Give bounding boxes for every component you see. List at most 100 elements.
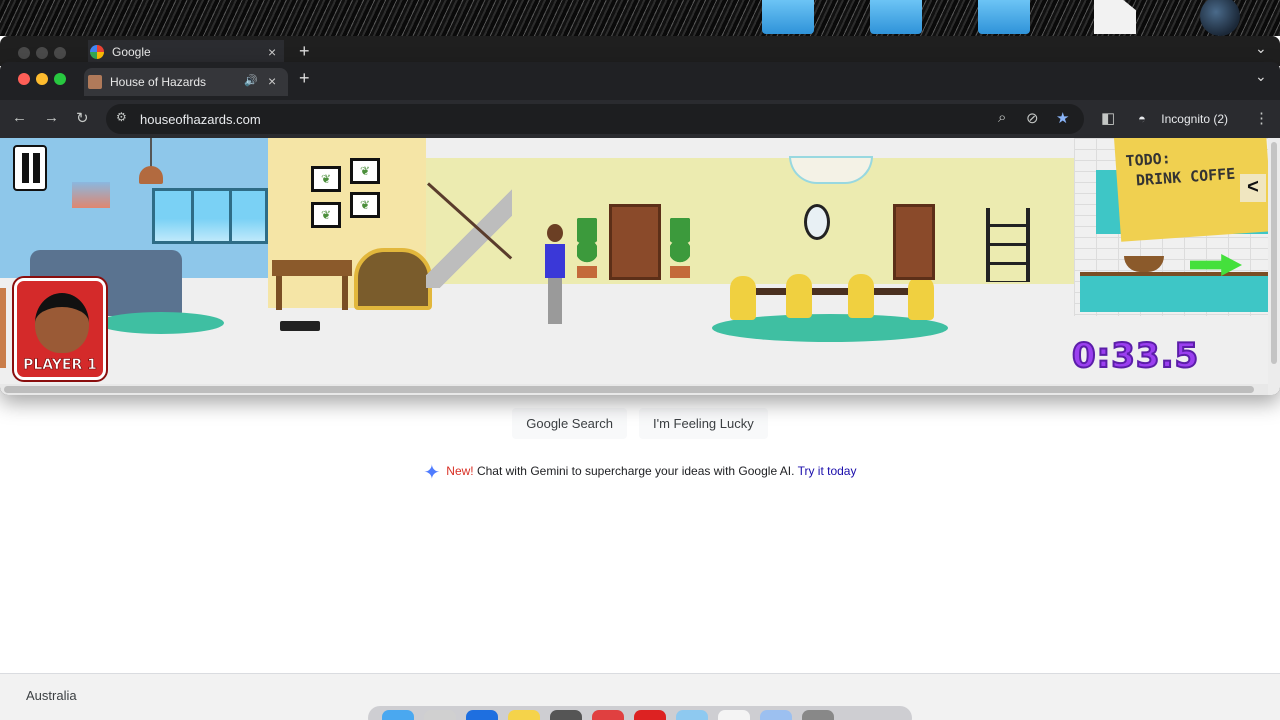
treasure-chest	[354, 248, 432, 310]
picture-frame: ❦	[350, 192, 380, 218]
menu-icon[interactable]: ⋮	[1254, 109, 1269, 127]
folder-icon[interactable]	[762, 0, 814, 34]
preview-icon[interactable]	[676, 710, 708, 720]
trash-icon[interactable]	[802, 710, 834, 720]
staircase	[426, 184, 512, 288]
gemini-promo: ✦ New! Chat with Gemini to supercharge yo…	[0, 460, 1280, 485]
dining-chair	[730, 276, 756, 320]
study-desk	[272, 260, 352, 310]
back-icon[interactable]: ←	[12, 109, 27, 126]
sticky-note-text: TODO: DRINK COFFE	[1125, 149, 1236, 191]
speaker-icon[interactable]: 🔊	[244, 74, 258, 87]
incognito-label: Incognito (2)	[1161, 112, 1228, 126]
tab-title: House of Hazards	[110, 75, 207, 89]
promo-new-label: New!	[446, 464, 474, 478]
window-close-dot[interactable]	[18, 73, 30, 85]
picture-frame: ❦	[311, 202, 341, 228]
folder-icon[interactable]	[870, 0, 922, 34]
reload-icon[interactable]: ↻	[76, 109, 89, 127]
game-canvas[interactable]: ❦ ❦ ❦ ❦ TODO: DRINK COFFE < PLAYER 1 0:3…	[0, 138, 1268, 384]
desktop-wallpaper	[0, 0, 1280, 40]
window-zoom-dot[interactable]	[54, 47, 66, 59]
picture-frame: ❦	[311, 166, 341, 192]
floor-lamp	[0, 288, 6, 368]
google-favicon-icon	[90, 45, 104, 59]
footer-country: Australia	[26, 688, 77, 703]
tab-search-icon[interactable]: ⌄	[1255, 68, 1267, 85]
promo-text: Chat with Gemini to supercharge your ide…	[473, 464, 798, 478]
kitchen-counter	[1080, 272, 1268, 312]
window-zoom-dot[interactable]	[54, 73, 66, 85]
player-avatar	[35, 293, 89, 353]
launchpad-icon[interactable]	[424, 710, 456, 720]
youtube-icon[interactable]	[634, 710, 666, 720]
folder-icon[interactable]	[978, 0, 1030, 34]
incognito-indicator[interactable]: ◓ Incognito (2)	[1132, 104, 1240, 134]
bookshelf	[986, 208, 1030, 282]
forward-icon[interactable]: →	[44, 109, 59, 126]
window-close-dot[interactable]	[18, 47, 30, 59]
player-1-card: PLAYER 1	[14, 278, 106, 380]
incognito-icon: ◓	[1138, 111, 1146, 126]
potted-plant	[577, 218, 597, 278]
tab-title: Google	[112, 45, 151, 59]
side-panel-icon[interactable]: ◧	[1101, 109, 1115, 127]
calendar-icon[interactable]	[592, 710, 624, 720]
feeling-lucky-button[interactable]: I'm Feeling Lucky	[638, 408, 768, 439]
ceiling-lamp	[139, 166, 163, 184]
gemini-star-icon: ✦	[423, 462, 441, 484]
game-timer: 0:33.5	[1071, 335, 1200, 377]
browser-toolbar: ← → ↻ ⚙ houseofhazards.com ⌕ ⊘ ★ ◧ ◓ Inc…	[0, 100, 1280, 138]
google-search-button[interactable]: Google Search	[512, 408, 627, 439]
new-tab-icon[interactable]: +	[299, 68, 310, 89]
site-settings-icon[interactable]: ⚙	[116, 110, 127, 124]
window-minimize-dot[interactable]	[36, 73, 48, 85]
player-label: PLAYER 1	[23, 357, 97, 374]
app-store-icon[interactable]	[466, 710, 498, 720]
pause-button[interactable]	[13, 145, 47, 191]
system-settings-icon[interactable]	[718, 710, 750, 720]
game-favicon-icon	[88, 75, 102, 89]
potted-plant	[670, 218, 690, 278]
lamp-cord	[150, 138, 152, 168]
try-it-today-link[interactable]: Try it today	[798, 464, 857, 478]
dining-chair	[786, 274, 812, 318]
wall-mirror	[804, 204, 830, 240]
vertical-scrollbar[interactable]	[1268, 138, 1280, 395]
notes-icon[interactable]	[508, 710, 540, 720]
house-of-hazards-window: House of Hazards 🔊 × + ⌄ ← → ↻ ⚙ houseof…	[0, 62, 1280, 395]
dining-table	[754, 288, 914, 295]
back-door	[893, 204, 935, 280]
new-tab-icon[interactable]: +	[299, 41, 310, 62]
chandelier	[789, 138, 873, 184]
tab-search-icon[interactable]: ⌄	[1255, 40, 1267, 57]
tab-google[interactable]: Google ×	[88, 40, 284, 64]
close-icon[interactable]: ×	[268, 44, 276, 60]
close-icon[interactable]: ×	[268, 73, 276, 89]
game-console	[280, 321, 320, 331]
window-minimize-dot[interactable]	[36, 47, 48, 59]
zoom-icon[interactable]: ⌕	[998, 109, 1006, 126]
dining-wall	[426, 158, 1074, 284]
tracking-protection-icon[interactable]: ⊘	[1026, 109, 1039, 127]
living-room-window	[152, 188, 268, 244]
living-room-rug	[98, 312, 224, 334]
finder-icon[interactable]	[382, 710, 414, 720]
address-bar[interactable]: ⚙ houseofhazards.com ⌕ ⊘ ★	[106, 104, 1084, 134]
horizontal-scrollbar[interactable]	[0, 384, 1268, 395]
chrome-icon[interactable]	[550, 710, 582, 720]
task-panel-toggle-button[interactable]: <	[1240, 174, 1266, 202]
tab-house-of-hazards[interactable]: House of Hazards 🔊 ×	[84, 68, 288, 96]
dock	[368, 706, 912, 720]
dining-chair	[908, 276, 934, 320]
player-character	[543, 224, 567, 326]
bookmark-star-icon[interactable]: ★	[1056, 109, 1069, 127]
wall-painting	[72, 182, 110, 208]
document-icon[interactable]	[1094, 0, 1136, 34]
desktop: Google × + ⌄ Google Search I'm Feeling L…	[0, 0, 1280, 720]
front-door	[609, 204, 661, 280]
picture-frame: ❦	[350, 158, 380, 184]
url-text[interactable]: houseofhazards.com	[140, 112, 261, 127]
folder-icon[interactable]	[760, 710, 792, 720]
google-buttons: Google Search I'm Feeling Lucky	[0, 408, 1280, 439]
